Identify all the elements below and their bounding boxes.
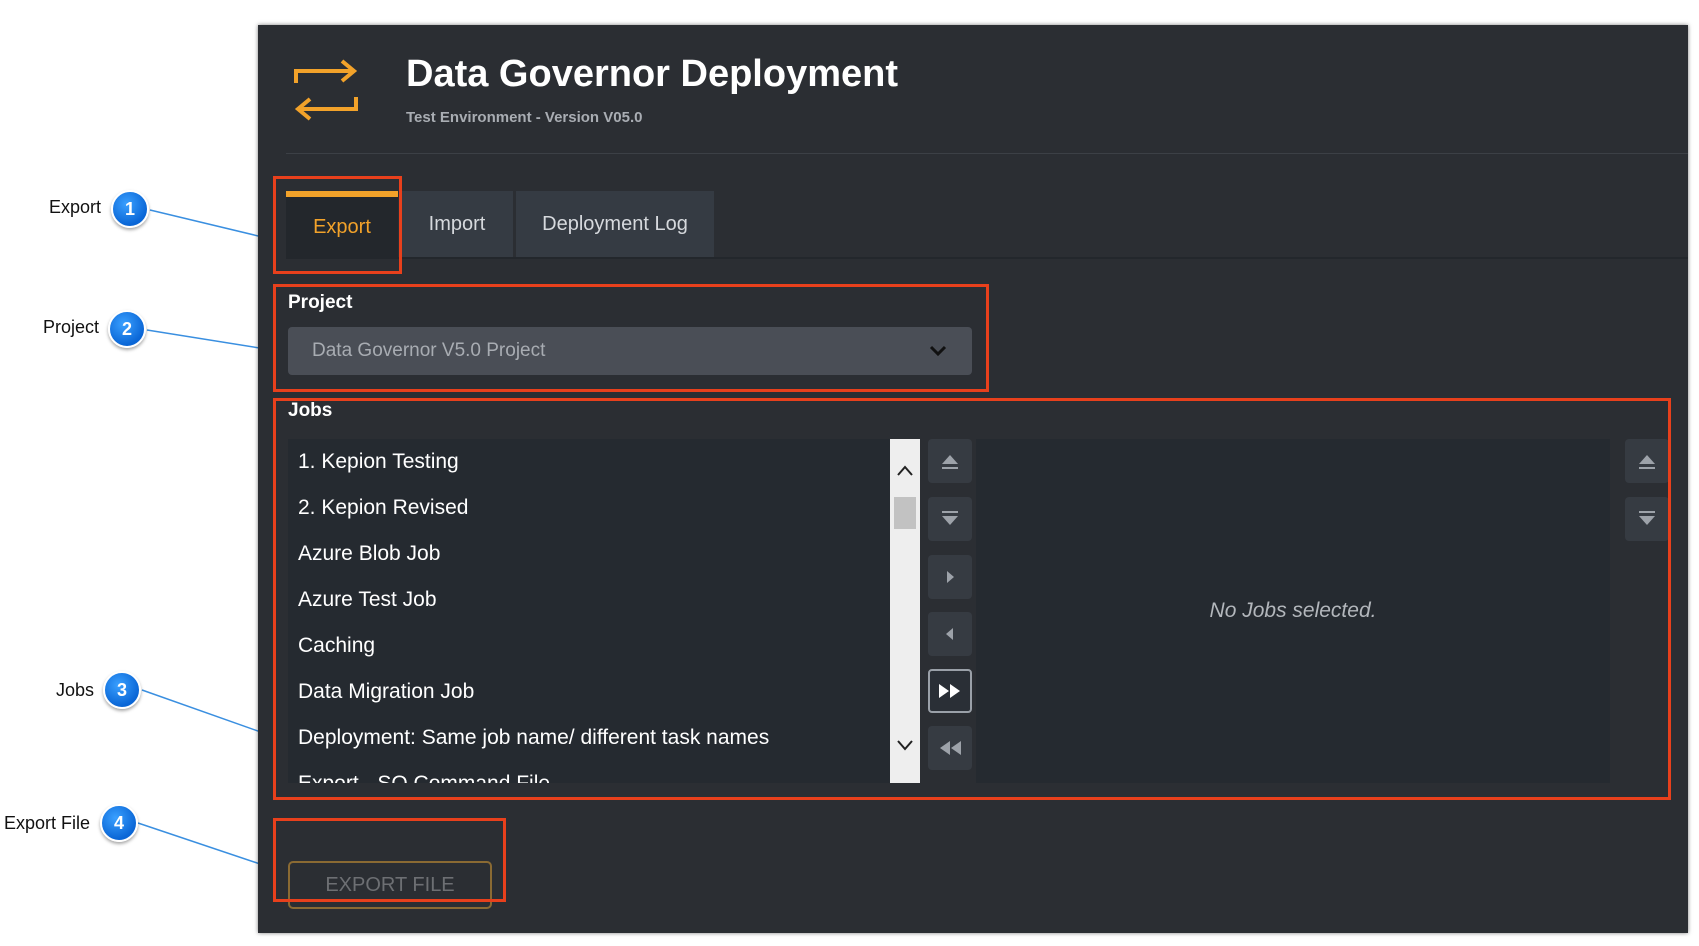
tab-deployment-log[interactable]: Deployment Log — [516, 191, 714, 257]
tab-bar-divider — [286, 257, 1688, 259]
callout-label-project: Project — [43, 317, 100, 337]
tab-import[interactable]: Import — [401, 191, 513, 257]
callout-label-jobs: Jobs — [56, 680, 95, 700]
highlight-box-project — [273, 284, 989, 392]
highlight-box-jobs — [273, 398, 1671, 800]
callout-badge-1: 1 — [111, 190, 149, 228]
callout-label-export-file: Export File — [4, 813, 91, 833]
app-title: Data Governor Deployment — [406, 53, 898, 95]
swap-arrows-icon — [294, 59, 358, 121]
callout-badge-4: 4 — [100, 804, 138, 842]
highlight-box-export-file — [273, 818, 506, 902]
app-subtitle: Test Environment - Version V05.0 — [406, 109, 643, 126]
callout-label-export: Export — [49, 197, 102, 217]
callout-badge-3: 3 — [103, 671, 141, 709]
header-divider — [286, 153, 1688, 154]
app-header: Data Governor Deployment Test Environmen… — [258, 25, 1688, 155]
highlight-box-export-tab — [273, 176, 402, 274]
callout-badge-2: 2 — [108, 310, 146, 348]
